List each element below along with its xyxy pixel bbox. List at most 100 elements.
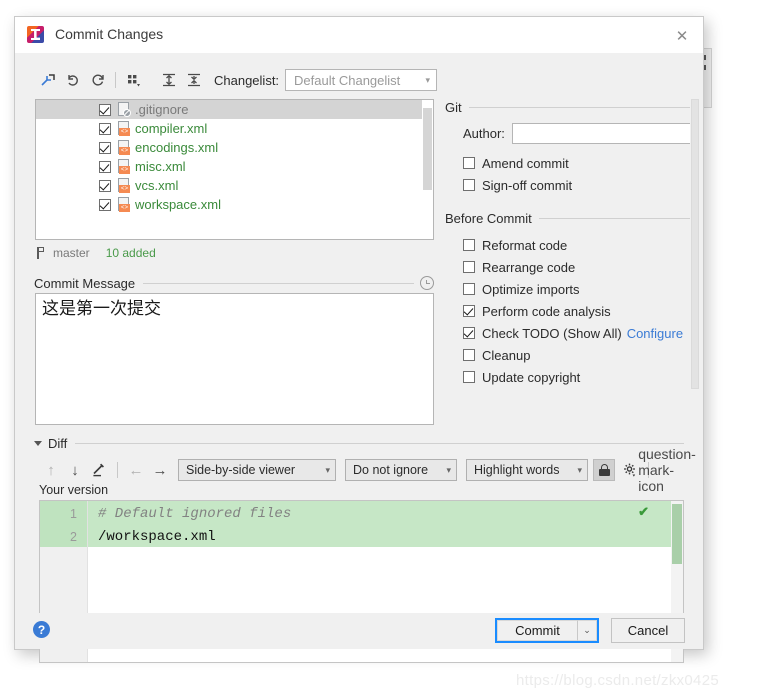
highlight-mode-combobox[interactable]: Highlight words ▾ bbox=[466, 459, 588, 481]
file-list-scroll-thumb[interactable] bbox=[423, 108, 432, 190]
configure-todo-link[interactable]: Configure bbox=[627, 326, 683, 341]
git-branch-icon bbox=[35, 246, 47, 260]
added-count: 10 added bbox=[105, 246, 156, 260]
collapse-selection-icon[interactable] bbox=[35, 68, 60, 92]
options-pane-scroll-thumb[interactable] bbox=[691, 99, 699, 389]
screen-root: https://blog.csdn.net/zkx0425 Commit Cha… bbox=[0, 0, 758, 699]
commit-dropdown-button[interactable]: ⌄ bbox=[577, 620, 597, 641]
check-todo-checkbox[interactable] bbox=[463, 327, 475, 339]
options-pane-scrollbar[interactable] bbox=[690, 99, 700, 424]
xml-file-icon: <> bbox=[117, 178, 131, 193]
dialog-content: Changelist: Default Changelist ▾ .gitign… bbox=[15, 53, 703, 663]
read-only-lock-icon[interactable] bbox=[593, 459, 615, 481]
reformat-code-checkbox[interactable] bbox=[463, 239, 475, 251]
previous-difference-icon[interactable]: ↑ bbox=[39, 458, 63, 482]
chevron-down-icon: ▾ bbox=[325, 464, 330, 475]
perform-code-analysis-option[interactable]: Perform code analysis bbox=[463, 300, 700, 322]
refresh-icon[interactable] bbox=[85, 68, 110, 92]
file-name: misc.xml bbox=[135, 159, 186, 174]
accept-left-icon[interactable]: ← bbox=[124, 458, 148, 482]
file-name: compiler.xml bbox=[135, 121, 208, 136]
branch-name: master bbox=[53, 246, 90, 260]
file-name: workspace.xml bbox=[135, 197, 221, 212]
cleanup-checkbox[interactable] bbox=[463, 349, 475, 361]
file-row-misc-xml[interactable]: <> misc.xml bbox=[36, 157, 433, 176]
file-row-encodings-xml[interactable]: <> encodings.xml bbox=[36, 138, 433, 157]
commit-options-pane: Git Author: Amend commit Sign-off commit bbox=[445, 99, 700, 424]
changelist-label-text: Changelist: bbox=[214, 72, 280, 88]
collapse-all-icon[interactable] bbox=[181, 68, 206, 92]
optimize-imports-option[interactable]: Optimize imports bbox=[463, 278, 700, 300]
perform-code-analysis-label: Perform code analysis bbox=[482, 303, 611, 319]
optimize-imports-checkbox[interactable] bbox=[463, 283, 475, 295]
file-row-gitignore[interactable]: .gitignore bbox=[36, 100, 433, 119]
file-name: encodings.xml bbox=[135, 140, 219, 155]
expand-all-icon[interactable] bbox=[156, 68, 181, 92]
amend-commit-option[interactable]: Amend commit bbox=[463, 152, 700, 174]
file-checkbox[interactable] bbox=[99, 179, 111, 192]
close-icon[interactable]: ✕ bbox=[671, 26, 693, 46]
changes-toolbar: Changelist: Default Changelist ▾ bbox=[35, 67, 683, 93]
group-by-icon[interactable] bbox=[121, 68, 146, 92]
diff-ok-check-icon: ✔ bbox=[638, 504, 649, 519]
history-clock-icon[interactable] bbox=[420, 276, 434, 290]
question-mark-icon[interactable]: question-mark-icon bbox=[638, 446, 696, 494]
edit-source-icon[interactable] bbox=[87, 458, 111, 482]
diff-gutter-added-band bbox=[40, 501, 87, 547]
cancel-button[interactable]: Cancel bbox=[611, 618, 685, 643]
commit-message-divider bbox=[143, 282, 414, 284]
commit-button[interactable]: Commit bbox=[497, 620, 577, 641]
commit-changes-dialog: Commit Changes ✕ Changelist: Default Cha… bbox=[14, 16, 704, 663]
whitespace-mode-combobox[interactable]: Do not ignore ▾ bbox=[345, 459, 457, 481]
git-section-title: Git bbox=[445, 99, 462, 115]
file-name: vcs.xml bbox=[135, 178, 179, 193]
rearrange-code-checkbox[interactable] bbox=[463, 261, 475, 273]
diff-section-title: Diff bbox=[48, 435, 68, 451]
before-commit-divider bbox=[538, 217, 700, 219]
file-row-compiler-xml[interactable]: <> compiler.xml bbox=[36, 119, 433, 138]
file-checkbox[interactable] bbox=[99, 122, 111, 135]
commit-button-group: Commit ⌄ bbox=[495, 618, 599, 643]
check-todo-option[interactable]: Check TODO (Show All) Configure bbox=[463, 322, 700, 344]
diff-scroll-thumb[interactable] bbox=[672, 504, 682, 564]
diff-viewer-mode-combobox[interactable]: Side-by-side viewer ▾ bbox=[178, 459, 336, 481]
changed-files-list[interactable]: .gitignore <> compiler.xml <> encodings.… bbox=[35, 99, 434, 240]
diff-section-header[interactable]: Diff bbox=[34, 435, 684, 451]
author-field[interactable] bbox=[511, 123, 700, 144]
perform-code-analysis-checkbox[interactable] bbox=[463, 305, 475, 317]
file-checkbox[interactable] bbox=[99, 141, 111, 154]
file-row-workspace-xml[interactable]: <> workspace.xml bbox=[36, 195, 433, 214]
xml-file-icon: <> bbox=[117, 140, 131, 155]
author-label: Author: bbox=[463, 126, 505, 141]
sign-off-commit-option[interactable]: Sign-off commit bbox=[463, 174, 700, 196]
chevron-down-icon: ▾ bbox=[577, 464, 582, 475]
changelist-combobox[interactable]: Default Changelist ▾ bbox=[285, 69, 438, 91]
update-copyright-option[interactable]: Update copyright bbox=[463, 366, 700, 388]
rearrange-code-label: Rearrange code bbox=[482, 259, 576, 275]
update-copyright-checkbox[interactable] bbox=[463, 371, 475, 383]
highlight-mode-value: Highlight words bbox=[474, 463, 560, 477]
before-commit-section-header: Before Commit bbox=[445, 210, 700, 226]
chevron-down-icon: ▾ bbox=[446, 464, 451, 475]
reformat-code-option[interactable]: Reformat code bbox=[463, 234, 700, 256]
dialog-titlebar: Commit Changes ✕ bbox=[15, 17, 703, 54]
file-row-vcs-xml[interactable]: <> vcs.xml bbox=[36, 176, 433, 195]
file-checkbox[interactable] bbox=[99, 160, 111, 173]
next-difference-icon[interactable]: ↓ bbox=[63, 458, 87, 482]
rearrange-code-option[interactable]: Rearrange code bbox=[463, 256, 700, 278]
chevron-down-icon[interactable] bbox=[34, 440, 42, 446]
accept-right-icon[interactable]: → bbox=[148, 458, 172, 482]
file-list-scrollbar[interactable] bbox=[422, 100, 433, 239]
sign-off-commit-checkbox[interactable] bbox=[463, 179, 475, 191]
file-checkbox[interactable] bbox=[99, 198, 111, 211]
amend-commit-checkbox[interactable] bbox=[463, 157, 475, 169]
commit-message-input[interactable]: 这是第一次提交 bbox=[35, 293, 434, 425]
file-checkbox[interactable] bbox=[99, 103, 111, 116]
file-name: .gitignore bbox=[135, 102, 189, 117]
rollback-icon[interactable] bbox=[60, 68, 85, 92]
cleanup-option[interactable]: Cleanup bbox=[463, 344, 700, 366]
cleanup-label: Cleanup bbox=[482, 347, 531, 363]
help-icon[interactable]: ? bbox=[33, 621, 50, 638]
git-section-header: Git bbox=[445, 99, 700, 115]
before-commit-title: Before Commit bbox=[445, 210, 532, 226]
